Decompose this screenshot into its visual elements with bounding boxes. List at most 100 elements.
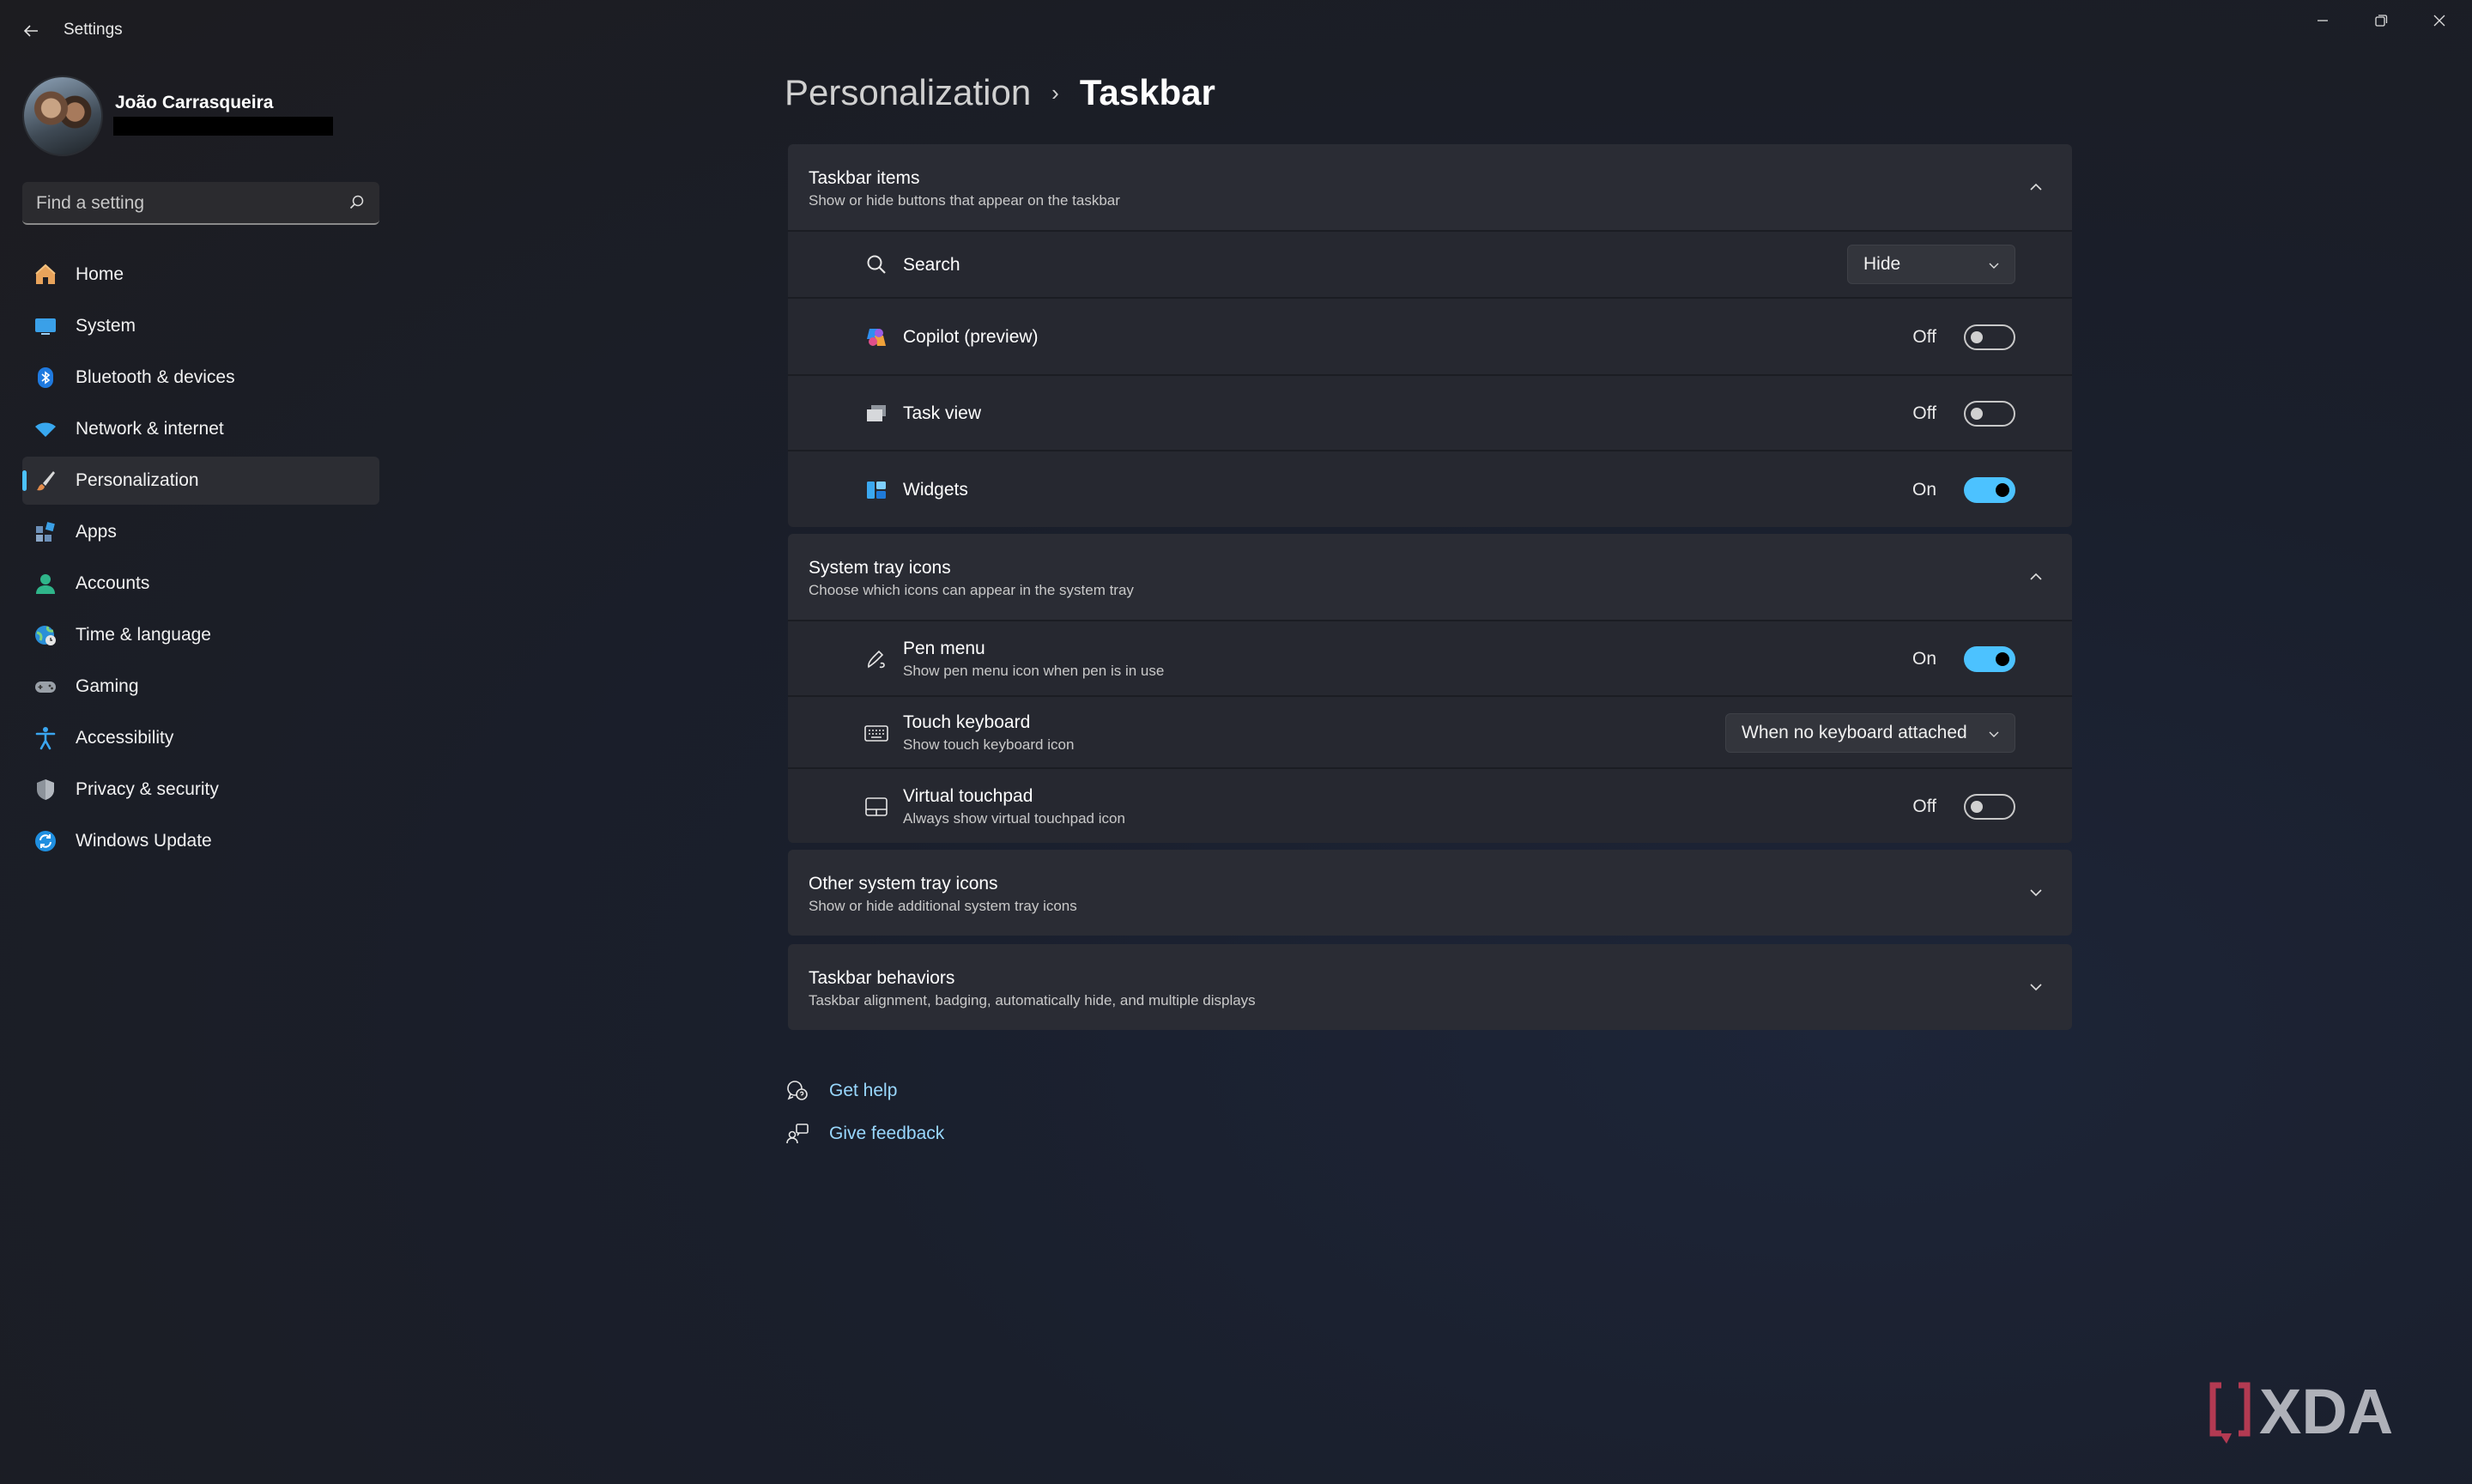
system-tray-header[interactable]: System tray icons Choose which icons can… bbox=[788, 534, 2072, 620]
setting-description: Show pen menu icon when pen is in use bbox=[903, 663, 1165, 679]
sidebar-item-personalization[interactable]: Personalization bbox=[22, 457, 379, 505]
other-tray-header[interactable]: Other system tray icons Show or hide add… bbox=[788, 850, 2072, 936]
search-icon[interactable] bbox=[348, 194, 366, 211]
sidebar-item-network[interactable]: Network & internet bbox=[22, 405, 379, 453]
taskbar-items-section: Taskbar items Show or hide buttons that … bbox=[788, 144, 2072, 527]
sidebar-item-label: Privacy & security bbox=[76, 779, 219, 799]
setting-label: Copilot (preview) bbox=[903, 327, 1039, 347]
setting-description: Always show virtual touchpad icon bbox=[903, 810, 1125, 827]
setting-label: Search bbox=[903, 255, 960, 275]
title-bar: Settings bbox=[0, 0, 2472, 60]
sidebar-item-accounts[interactable]: Accounts bbox=[22, 560, 379, 608]
sidebar-item-gaming[interactable]: Gaming bbox=[22, 663, 379, 711]
setting-label: Task view bbox=[903, 403, 982, 423]
virtual-touchpad-toggle[interactable] bbox=[1964, 794, 2015, 820]
sidebar-item-accessibility[interactable]: Accessibility bbox=[22, 714, 379, 762]
setting-row-pen-menu: Pen menu Show pen menu icon when pen is … bbox=[788, 620, 2072, 695]
get-help-link[interactable]: Get help bbox=[785, 1069, 944, 1112]
toggle-knob bbox=[1996, 652, 2009, 666]
widgets-toggle[interactable] bbox=[1964, 477, 2015, 503]
active-indicator bbox=[22, 470, 27, 491]
sidebar-item-bluetooth[interactable]: Bluetooth & devices bbox=[22, 354, 379, 402]
sidebar-item-system[interactable]: System bbox=[22, 302, 379, 350]
help-chat-icon bbox=[785, 1078, 810, 1104]
sidebar-item-label: System bbox=[76, 316, 136, 336]
chevron-down-icon[interactable] bbox=[2026, 977, 2046, 997]
sidebar-item-label: Apps bbox=[76, 522, 117, 542]
bluetooth-icon bbox=[33, 365, 58, 391]
home-icon bbox=[33, 262, 58, 288]
sidebar-item-home[interactable]: Home bbox=[22, 251, 379, 299]
taskbar-behaviors-section: Taskbar behaviors Taskbar alignment, bad… bbox=[788, 944, 2072, 1030]
other-tray-section: Other system tray icons Show or hide add… bbox=[788, 850, 2072, 936]
chevron-down-icon[interactable] bbox=[2026, 882, 2046, 903]
chevron-up-icon[interactable] bbox=[2026, 177, 2046, 197]
toggle-state-label: On bbox=[1912, 649, 1936, 669]
chevron-up-icon[interactable] bbox=[2026, 566, 2046, 587]
sidebar-item-label: Accessibility bbox=[76, 728, 174, 748]
redacted-email bbox=[113, 117, 333, 136]
toggle-state-label: Off bbox=[1912, 327, 1936, 347]
setting-label: Virtual touchpad bbox=[903, 786, 1033, 806]
toggle-state-label: On bbox=[1912, 480, 1936, 500]
task-view-toggle[interactable] bbox=[1964, 401, 2015, 427]
setting-description: Show touch keyboard icon bbox=[903, 736, 1075, 753]
touchpad-icon bbox=[863, 794, 889, 820]
give-feedback-link[interactable]: Give feedback bbox=[785, 1112, 944, 1155]
help-links: Get help Give feedback bbox=[785, 1069, 944, 1155]
breadcrumb: Personalization › Taskbar bbox=[785, 72, 1215, 113]
taskbar-items-header[interactable]: Taskbar items Show or hide buttons that … bbox=[788, 144, 2072, 230]
toggle-state-label: Off bbox=[1912, 403, 1936, 423]
search-box[interactable] bbox=[22, 182, 379, 225]
apps-icon bbox=[33, 519, 58, 545]
back-button[interactable] bbox=[14, 14, 48, 48]
pen-menu-toggle[interactable] bbox=[1964, 646, 2015, 672]
copilot-icon bbox=[863, 324, 889, 350]
user-name: João Carrasqueira bbox=[115, 93, 274, 112]
task-view-icon bbox=[863, 401, 889, 427]
sidebar-item-windows-update[interactable]: Windows Update bbox=[22, 817, 379, 865]
toggle-knob bbox=[1996, 483, 2009, 497]
sidebar-item-label: Bluetooth & devices bbox=[76, 367, 235, 387]
setting-label: Touch keyboard bbox=[903, 712, 1031, 732]
avatar bbox=[22, 76, 103, 156]
page-title: Taskbar bbox=[1079, 72, 1215, 112]
touch-keyboard-dropdown[interactable]: When no keyboard attached bbox=[1725, 713, 2015, 753]
sidebar-item-time-language[interactable]: Time & language bbox=[22, 611, 379, 659]
chevron-down-icon bbox=[1989, 263, 1999, 269]
feedback-icon bbox=[785, 1121, 810, 1147]
toggle-knob bbox=[1971, 408, 1983, 420]
brush-icon bbox=[33, 468, 58, 494]
link-label: Get help bbox=[829, 1081, 898, 1100]
section-title: Taskbar behaviors bbox=[809, 968, 955, 988]
keyboard-icon bbox=[863, 720, 889, 746]
sidebar-item-label: Time & language bbox=[76, 625, 211, 645]
app-title: Settings bbox=[64, 21, 123, 39]
search-visibility-dropdown[interactable]: Hide bbox=[1847, 245, 2015, 284]
wifi-icon bbox=[33, 416, 58, 442]
setting-label: Pen menu bbox=[903, 639, 985, 658]
sidebar-item-apps[interactable]: Apps bbox=[22, 508, 379, 556]
restore-button[interactable] bbox=[2352, 5, 2410, 36]
sidebar-item-label: Gaming bbox=[76, 676, 139, 696]
breadcrumb-parent[interactable]: Personalization bbox=[785, 72, 1031, 113]
person-icon bbox=[33, 571, 58, 597]
section-subtitle: Show or hide additional system tray icon… bbox=[809, 898, 1077, 914]
close-button[interactable] bbox=[2410, 5, 2469, 36]
update-icon bbox=[33, 828, 58, 854]
minimize-button[interactable] bbox=[2293, 5, 2352, 36]
sidebar-item-label: Accounts bbox=[76, 573, 150, 593]
close-icon bbox=[2433, 15, 2445, 27]
back-arrow-icon bbox=[23, 25, 38, 37]
copilot-toggle[interactable] bbox=[1964, 324, 2015, 350]
chevron-down-icon bbox=[1989, 731, 1999, 737]
taskbar-behaviors-header[interactable]: Taskbar behaviors Taskbar alignment, bad… bbox=[788, 944, 2072, 1030]
toggle-knob bbox=[1971, 331, 1983, 343]
widgets-icon bbox=[863, 477, 889, 503]
sidebar-item-label: Windows Update bbox=[76, 831, 212, 851]
toggle-state-label: Off bbox=[1912, 797, 1936, 816]
sidebar-item-privacy[interactable]: Privacy & security bbox=[22, 766, 379, 814]
section-subtitle: Show or hide buttons that appear on the … bbox=[809, 192, 1120, 209]
setting-row-touch-keyboard: Touch keyboard Show touch keyboard icon … bbox=[788, 695, 2072, 767]
search-input[interactable] bbox=[34, 191, 338, 216]
